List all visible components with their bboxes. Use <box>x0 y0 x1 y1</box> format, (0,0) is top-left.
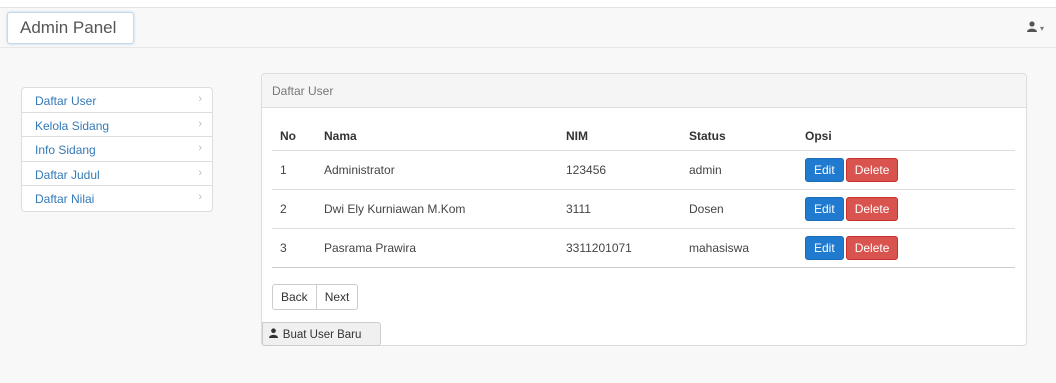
cell-nim: 3311201071 <box>558 228 681 268</box>
user-icon <box>269 328 281 341</box>
sidebar-item-info-sidang[interactable]: Info Sidang › <box>22 137 212 162</box>
cell-no: 2 <box>272 189 316 229</box>
sidebar-item-label: Kelola Sidang <box>35 118 110 133</box>
user-table: No Nama NIM Status Opsi 1 Administrator … <box>272 122 1015 268</box>
sidebar: Daftar User › Kelola Sidang › Info Sidan… <box>21 87 213 212</box>
panel-title: Daftar User <box>262 74 1026 108</box>
cell-opsi: Edit Delete <box>797 189 1015 229</box>
add-user-button[interactable]: Buat User Baru <box>262 322 381 346</box>
cell-opsi: Edit Delete <box>797 150 1015 190</box>
cell-nama: Administrator <box>316 150 558 190</box>
edit-button[interactable]: Edit <box>805 196 844 221</box>
add-user-label: Buat User Baru <box>282 329 362 341</box>
delete-button[interactable]: Delete <box>845 196 899 221</box>
edit-button[interactable]: Edit <box>805 157 844 182</box>
cell-status: mahasiswa <box>681 228 797 268</box>
sidebar-item-daftar-user[interactable]: Daftar User › <box>22 88 212 113</box>
cell-status: Dosen <box>681 189 797 229</box>
chevron-down-icon: ▾ <box>1039 23 1044 33</box>
cell-nama: Pasrama Prawira <box>316 228 558 268</box>
column-header-no: No <box>272 122 316 151</box>
delete-button[interactable]: Delete <box>845 157 899 182</box>
navbar: Admin Panel ▾ <box>0 8 1056 48</box>
table-row: 2 Dwi Ely Kurniawan M.Kom 3111 Dosen Edi… <box>272 189 1015 229</box>
brand-logo[interactable]: Admin Panel <box>7 12 134 44</box>
back-button[interactable]: Back <box>272 284 317 310</box>
table-row: 1 Administrator 123456 admin Edit Delete <box>272 150 1015 190</box>
cell-no: 3 <box>272 228 316 268</box>
cell-opsi: Edit Delete <box>797 228 1015 268</box>
chevron-right-icon: › <box>198 191 202 203</box>
pagination: Back Next <box>272 284 359 310</box>
chevron-right-icon: › <box>198 166 202 179</box>
sidebar-item-kelola-sidang[interactable]: Kelola Sidang › <box>22 113 212 137</box>
cell-nim: 3111 <box>558 189 681 229</box>
column-header-nim: NIM <box>558 122 681 151</box>
cell-status: admin <box>681 150 797 190</box>
sidebar-item-label: Daftar Nilai <box>35 192 95 206</box>
user-menu[interactable]: ▾ <box>1026 21 1044 35</box>
next-button[interactable]: Next <box>316 284 359 310</box>
top-strip <box>0 0 1056 8</box>
sidebar-item-daftar-judul[interactable]: Daftar Judul › <box>22 162 212 186</box>
delete-button[interactable]: Delete <box>845 235 899 260</box>
user-icon <box>1026 21 1037 35</box>
cell-no: 1 <box>272 150 316 190</box>
table-row: 3 Pasrama Prawira 3311201071 mahasiswa E… <box>272 228 1015 268</box>
chevron-right-icon: › <box>198 93 202 105</box>
sidebar-item-daftar-nilai[interactable]: Daftar Nilai › <box>22 186 212 211</box>
column-header-opsi: Opsi <box>797 122 1015 151</box>
edit-button[interactable]: Edit <box>805 235 844 260</box>
sidebar-item-label: Daftar User <box>35 94 97 108</box>
chevron-right-icon: › <box>198 117 202 130</box>
cell-nim: 123456 <box>558 150 681 190</box>
column-header-status: Status <box>681 122 797 151</box>
table-header-row: No Nama NIM Status Opsi <box>272 122 1015 151</box>
chevron-right-icon: › <box>198 142 202 154</box>
sidebar-item-label: Daftar Judul <box>35 167 100 182</box>
user-list-panel: Daftar User No Nama NIM Status Opsi 1 Ad… <box>261 73 1027 346</box>
sidebar-item-label: Info Sidang <box>35 143 96 157</box>
cell-nama: Dwi Ely Kurniawan M.Kom <box>316 189 558 229</box>
column-header-nama: Nama <box>316 122 558 151</box>
